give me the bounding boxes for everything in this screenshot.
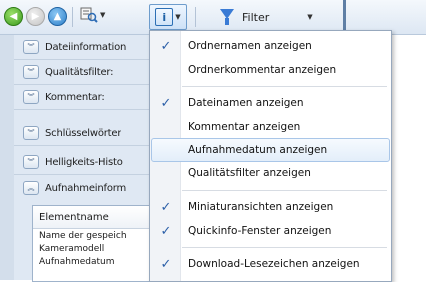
checkmark-icon: ✓ [160, 95, 172, 111]
section-label: Kommentar: [45, 91, 105, 103]
panel-left-strip [0, 35, 14, 280]
checkmark-icon: ✓ [160, 38, 172, 54]
menu-item-label: Ordnernamen anzeigen [188, 40, 312, 52]
chevron-down-icon[interactable]: ︾ [23, 90, 39, 104]
menu-item-label: Ordnerkommentar anzeigen [188, 64, 337, 76]
section-file-info[interactable]: ︾ Dateiinformation [14, 37, 160, 57]
window-divider [343, 0, 346, 34]
divider [14, 174, 160, 175]
shooting-info-table: Elementname Name der gespeich Kameramode… [32, 205, 162, 282]
menu-item-label: Qualitätsfilter anzeigen [188, 167, 311, 179]
section-label: Schlüsselwörter [45, 127, 122, 139]
menu-item-label: Download-Lesezeichen anzeigen [188, 258, 360, 270]
filter-button[interactable]: Filter ▼ [218, 8, 328, 26]
back-arrow-icon: ◀ [4, 7, 23, 26]
info-button[interactable]: i ▼ [149, 4, 187, 30]
checkmark-icon: ✓ [160, 199, 172, 215]
back-button[interactable]: ◀ [4, 7, 23, 26]
menu-separator [182, 190, 387, 191]
up-arrow-icon: ▲ [48, 7, 67, 26]
chevron-down-icon[interactable]: ︾ [23, 155, 39, 169]
forward-arrow-icon: ▶ [26, 7, 45, 26]
filter-icon [218, 9, 236, 25]
chevron-down-icon[interactable]: ︾ [23, 65, 39, 79]
checkmark-icon: ✓ [160, 223, 172, 239]
section-label: Qualitätsfilter: [45, 66, 114, 78]
section-shooting-info[interactable]: ︽ Aufnahmeinform [14, 178, 160, 198]
section-keywords[interactable]: ︾ Schlüsselwörter [14, 123, 160, 143]
chevron-down-icon[interactable]: ︾ [23, 40, 39, 54]
menu-separator [182, 247, 387, 248]
up-button[interactable]: ▲ [48, 7, 67, 26]
menu-item-label: Miniaturansichten anzeigen [188, 201, 334, 213]
section-label: Dateiinformation [45, 41, 127, 53]
menu-item-label: Kommentar anzeigen [188, 121, 301, 133]
forward-button[interactable]: ▶ [26, 7, 45, 26]
chevron-down-icon: ▼ [175, 13, 181, 21]
checkmark-icon: ✓ [160, 256, 172, 272]
section-quality-filter[interactable]: ︾ Qualitätsfilter: [14, 62, 160, 82]
info-icon: i [155, 8, 174, 26]
menu-item-comment[interactable]: Kommentar anzeigen [152, 116, 389, 138]
menu-item-label: Aufnahmedatum anzeigen [188, 144, 328, 156]
divider [14, 59, 160, 60]
info-dropdown-menu: ✓ Ordnernamen anzeigen Ordnerkommentar a… [149, 30, 392, 282]
divider [14, 109, 160, 110]
menu-item-label: Dateinamen anzeigen [188, 97, 304, 109]
divider [14, 145, 160, 146]
filter-label: Filter [242, 10, 270, 24]
view-options-button[interactable]: ▼ [80, 7, 105, 23]
menu-item-quickinfo[interactable]: ✓ Quickinfo-Fenster anzeigen [152, 220, 389, 242]
view-options-icon [80, 7, 98, 23]
section-label: Aufnahmeinform [45, 182, 127, 194]
menu-item-download-bookmarks[interactable]: ✓ Download-Lesezeichen anzeigen [152, 253, 389, 275]
table-header[interactable]: Elementname [33, 206, 161, 229]
menu-item-shooting-date[interactable]: Aufnahmedatum anzeigen [151, 138, 390, 162]
menu-item-file-names[interactable]: ✓ Dateinamen anzeigen [152, 92, 389, 114]
section-comment[interactable]: ︾ Kommentar: [14, 87, 160, 107]
divider [14, 84, 160, 85]
table-row: Kameramodell [39, 243, 105, 254]
section-label: Helligkeits-Histo [45, 156, 123, 168]
menu-item-thumbnails[interactable]: ✓ Miniaturansichten anzeigen [152, 196, 389, 218]
toolbar-separator [72, 7, 73, 27]
chevron-down-icon: ▼ [100, 11, 106, 19]
menu-separator [182, 86, 387, 87]
menu-item-label: Quickinfo-Fenster anzeigen [188, 225, 332, 237]
chevron-down-icon[interactable]: ︾ [23, 126, 39, 140]
menu-item-folder-names[interactable]: ✓ Ordnernamen anzeigen [152, 35, 389, 57]
table-row: Name der gespeich [39, 230, 127, 241]
chevron-down-icon: ▼ [307, 13, 313, 21]
table-row: Aufnahmedatum [39, 256, 115, 267]
menu-item-quality-filter[interactable]: Qualitätsfilter anzeigen [152, 162, 389, 184]
section-histogram[interactable]: ︾ Helligkeits-Histo [14, 152, 160, 172]
menu-item-folder-comment[interactable]: Ordnerkommentar anzeigen [152, 59, 389, 81]
chevron-up-icon[interactable]: ︽ [23, 181, 39, 195]
toolbar-separator [195, 7, 196, 27]
